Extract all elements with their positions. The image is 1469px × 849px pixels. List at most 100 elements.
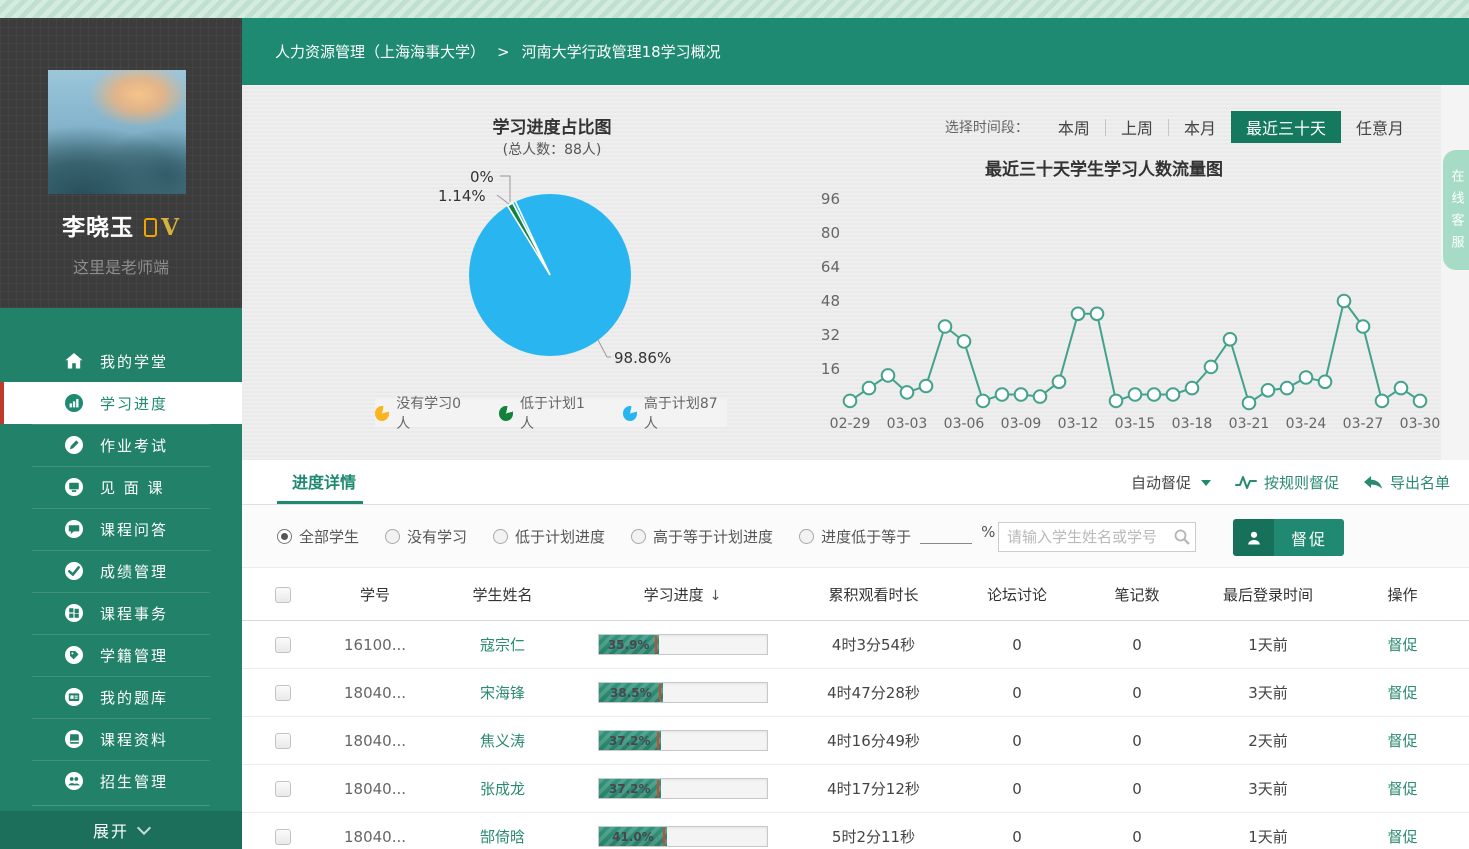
progress-value: 35.9% [608, 638, 650, 652]
expand-button[interactable]: 展开 [0, 811, 242, 849]
time-option-1[interactable]: 上周 [1106, 111, 1168, 143]
supervise-link[interactable]: 督促 [1336, 778, 1469, 799]
filter-radio-4[interactable]: 进度低于等于% [799, 526, 995, 547]
forum-count: 0 [960, 732, 1074, 750]
svg-text:16: 16 [821, 360, 840, 378]
filter-radio-1[interactable]: 没有学习 [385, 526, 467, 547]
sidebar-item-3[interactable]: 见 面 课 [0, 466, 242, 508]
legend-item-1[interactable]: 低于计划1人 [499, 393, 595, 433]
filter-radio-2[interactable]: 低于计划进度 [493, 526, 605, 547]
time-option-0[interactable]: 本周 [1043, 111, 1105, 143]
row-checkbox[interactable] [275, 637, 291, 653]
last-login: 1天前 [1200, 634, 1336, 655]
sidebar-item-label: 成绩管理 [100, 561, 168, 582]
breadcrumb-course[interactable]: 人力资源管理（上海海事大学） [275, 41, 485, 62]
breadcrumb-separator: > [497, 43, 510, 61]
progress-marker [659, 684, 661, 701]
legend-item-2[interactable]: 高于计划87人 [623, 393, 727, 433]
sort-descending-icon[interactable]: ↓ [710, 588, 722, 604]
row-select-cell [242, 781, 323, 797]
user-name: 李晓玉 [62, 215, 134, 241]
course-materials-icon [64, 729, 84, 749]
tab-progress-detail[interactable]: 进度详情 [292, 460, 356, 505]
column-header-2[interactable]: 学习进度↓ [578, 584, 787, 605]
student-name-link[interactable]: 寇宗仁 [427, 634, 578, 655]
table-row: 18040...郜倚晗41.0%5时2分11秒001天前督促 [242, 813, 1469, 849]
time-option-2[interactable]: 本月 [1169, 111, 1231, 143]
sidebar-item-4[interactable]: 课程问答 [0, 508, 242, 550]
sidebar-item-label: 课程资料 [100, 729, 168, 750]
student-name-link[interactable]: 焦义涛 [427, 730, 578, 751]
sidebar-item-7[interactable]: 学籍管理 [0, 634, 242, 676]
svg-text:48: 48 [821, 292, 840, 310]
caret-down-icon [1201, 480, 1211, 486]
time-option-4[interactable]: 任意月 [1341, 111, 1419, 143]
sidebar-item-2[interactable]: 作业考试 [0, 424, 242, 466]
sidebar-item-9[interactable]: 课程资料 [0, 718, 242, 760]
row-select-cell [242, 637, 323, 653]
progress-cell: 37.2% [578, 778, 787, 799]
svg-text:32: 32 [821, 326, 840, 344]
sidebar-item-1[interactable]: 学习进度 [0, 382, 242, 424]
supervise-link[interactable]: 督促 [1336, 730, 1469, 751]
select-all-checkbox[interactable] [275, 587, 291, 603]
tabs-row: 进度详情 自动督促 按规则督促 导出名单 [242, 460, 1469, 505]
supervise-link[interactable]: 督促 [1336, 634, 1469, 655]
sidebar-item-label: 课程问答 [100, 519, 168, 540]
export-list-button[interactable]: 导出名单 [1363, 472, 1450, 493]
sidebar-item-8[interactable]: 我的题库 [0, 676, 242, 718]
filter-radio-0[interactable]: 全部学生 [277, 526, 359, 547]
progress-chart-icon [64, 393, 84, 413]
avatar [48, 70, 186, 194]
online-service-tab[interactable]: 在线客服 [1443, 150, 1469, 270]
row-checkbox[interactable] [275, 829, 291, 845]
column-header-6: 最后登录时间 [1200, 584, 1336, 605]
person-icon [1233, 519, 1274, 556]
progress-cell: 41.0% [578, 826, 787, 847]
percent-suffix: % [981, 523, 995, 541]
auto-supervise-dropdown[interactable]: 自动督促 [1131, 472, 1211, 493]
student-name-link[interactable]: 宋海锋 [427, 682, 578, 703]
sidebar-item-10[interactable]: 招生管理 [0, 760, 242, 802]
search-icon[interactable] [1173, 528, 1191, 546]
progress-marker [657, 780, 659, 797]
row-checkbox[interactable] [275, 685, 291, 701]
course-affairs-icon [64, 603, 84, 623]
svg-text:03-03: 03-03 [887, 416, 928, 432]
sidebar-item-label: 学籍管理 [100, 645, 168, 666]
supervise-button[interactable]: 督促 [1233, 519, 1344, 556]
radio-icon [631, 529, 646, 544]
row-checkbox[interactable] [275, 733, 291, 749]
pie-slice-icon [499, 406, 513, 421]
notes-count: 0 [1074, 780, 1200, 798]
pie-callout-label-1: 1.14% [438, 187, 486, 205]
filter-label: 高于等于计划进度 [653, 526, 773, 547]
supervise-by-rule-button[interactable]: 按规则督促 [1235, 472, 1339, 493]
progress-value: 38.5% [610, 686, 652, 700]
supervise-link[interactable]: 督促 [1336, 682, 1469, 703]
time-option-3[interactable]: 最近三十天 [1231, 111, 1341, 143]
sidebar-item-0[interactable]: 我的学堂 [0, 340, 242, 382]
pie-callout-label-0: 0% [470, 168, 494, 186]
last-login: 1天前 [1200, 826, 1336, 847]
time-filter-label: 选择时间段： [945, 117, 1029, 137]
legend-label: 低于计划1人 [520, 393, 595, 433]
table-row: 16100...寇宗仁35.9%4时3分54秒001天前督促 [242, 621, 1469, 669]
legend-item-0[interactable]: 没有学习0人 [375, 393, 471, 433]
sidebar-item-label: 作业考试 [100, 435, 168, 456]
radio-icon [799, 529, 814, 544]
filter-label: 全部学生 [299, 526, 359, 547]
search-input[interactable] [998, 522, 1196, 552]
sidebar-item-6[interactable]: 课程事务 [0, 592, 242, 634]
forum-count: 0 [960, 636, 1074, 654]
sidebar-menu: 我的学堂学习进度作业考试见 面 课课程问答成绩管理课程事务学籍管理我的题库课程资… [0, 308, 242, 805]
student-name-link[interactable]: 张成龙 [427, 778, 578, 799]
column-header-4: 论坛讨论 [960, 584, 1074, 605]
student-name-link[interactable]: 郜倚晗 [427, 826, 578, 847]
progress-value: 41.0% [612, 830, 654, 844]
sidebar-item-5[interactable]: 成绩管理 [0, 550, 242, 592]
percent-blank-input[interactable] [920, 529, 972, 544]
filter-radio-3[interactable]: 高于等于计划进度 [631, 526, 773, 547]
supervise-link[interactable]: 督促 [1336, 826, 1469, 847]
row-checkbox[interactable] [275, 781, 291, 797]
